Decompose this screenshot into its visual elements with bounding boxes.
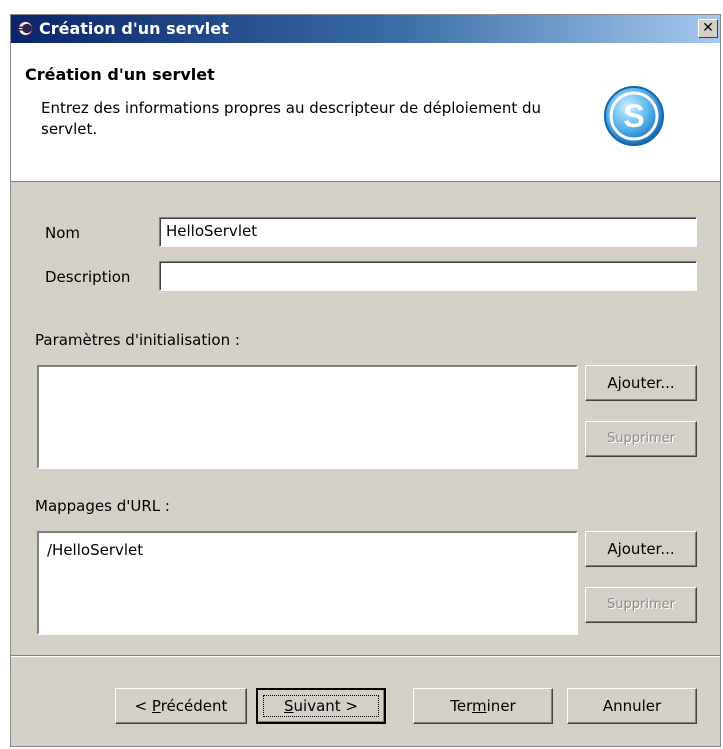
name-field[interactable]: HelloServlet xyxy=(159,217,697,247)
description-label: Description xyxy=(45,268,131,286)
init-params-add-button[interactable]: Ajouter... xyxy=(585,365,697,401)
header-title: Création d'un servlet xyxy=(25,65,215,84)
close-icon: ✕ xyxy=(702,20,714,36)
finish-pre: Ter xyxy=(450,697,473,715)
name-label: Nom xyxy=(45,224,81,242)
eclipse-icon xyxy=(17,20,34,37)
init-params-remove-button[interactable]: Supprimer xyxy=(585,421,697,457)
focus-rect xyxy=(263,695,379,717)
list-item[interactable]: /HelloServlet xyxy=(47,541,568,559)
header-description: Entrez des informations propres au descr… xyxy=(41,99,542,138)
finish-mnemonic: m xyxy=(472,697,487,715)
url-mappings-remove-button[interactable]: Supprimer xyxy=(585,587,697,623)
url-mappings-add-button[interactable]: Ajouter... xyxy=(585,531,697,567)
servlet-logo-icon: S xyxy=(604,86,664,146)
wizard-header: Création d'un servlet Entrez des informa… xyxy=(11,43,720,182)
servlet-wizard-dialog: Création d'un servlet ✕ Création d'un se… xyxy=(10,14,721,747)
close-button[interactable]: ✕ xyxy=(698,19,718,38)
back-rest: récédent xyxy=(160,697,228,715)
finish-post: iner xyxy=(486,697,516,715)
back-button[interactable]: < Précédent xyxy=(115,688,247,724)
url-mappings-list[interactable]: /HelloServlet xyxy=(37,531,578,635)
finish-button[interactable]: Terminer xyxy=(413,688,553,724)
back-prefix: < xyxy=(134,697,152,715)
footer-separator xyxy=(11,655,720,657)
init-params-list[interactable] xyxy=(37,365,578,469)
back-mnemonic: P xyxy=(151,697,161,715)
url-mappings-label: Mappages d'URL : xyxy=(35,497,170,515)
next-button[interactable]: Suivant > xyxy=(256,688,386,724)
init-params-label: Paramètres d'initialisation : xyxy=(35,331,240,349)
cancel-button[interactable]: Annuler xyxy=(567,688,697,724)
svg-text:S: S xyxy=(623,98,644,134)
title-bar[interactable]: Création d'un servlet ✕ xyxy=(11,15,720,43)
window-title: Création d'un servlet xyxy=(39,19,229,38)
description-field[interactable] xyxy=(159,261,697,291)
